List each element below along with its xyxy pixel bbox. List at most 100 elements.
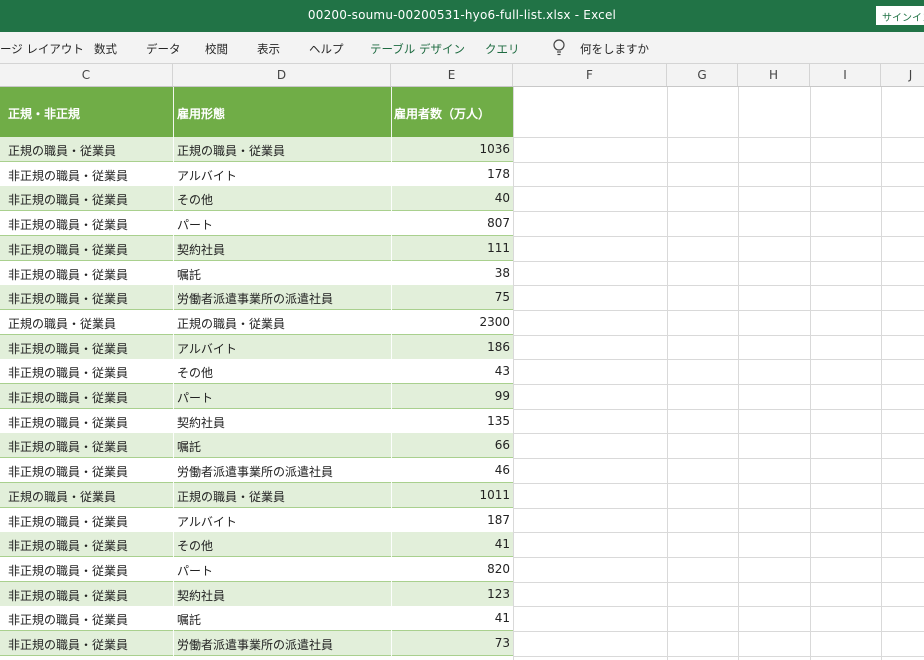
cell-employees[interactable]: 135	[390, 414, 510, 428]
header-cell-employees[interactable]: 雇用者数（万人）	[394, 105, 490, 122]
cell-employment-type[interactable]: 契約社員	[177, 241, 225, 258]
tell-me-search[interactable]: 何をしますか	[580, 41, 649, 57]
cell-employees[interactable]: 111	[390, 241, 510, 255]
cell-category[interactable]: 非正規の職員・従業員	[8, 636, 128, 653]
cell-category[interactable]: 非正規の職員・従業員	[8, 241, 128, 258]
ribbon-tabs: ージ レイアウト 数式 データ 校閲 表示 ヘルプ テーブル デザイン クエリ …	[0, 32, 924, 64]
cell-category[interactable]: 正規の職員・従業員	[8, 488, 116, 505]
cell-employment-type[interactable]: 契約社員	[177, 414, 225, 431]
cell-category[interactable]: 非正規の職員・従業員	[8, 266, 128, 283]
cell-employment-type[interactable]: その他	[177, 191, 213, 208]
cell-employment-type[interactable]: パート	[177, 389, 213, 406]
cell-employment-type[interactable]: 嘱託	[177, 266, 201, 283]
column-header-d[interactable]: D	[173, 64, 391, 86]
tab-review[interactable]: 校閲	[205, 41, 228, 57]
cell-category[interactable]: 非正規の職員・従業員	[8, 290, 128, 307]
table-row: 非正規の職員・従業員 パート 807	[0, 211, 513, 237]
gridline-horizontal	[513, 408, 924, 410]
tab-help[interactable]: ヘルプ	[309, 41, 344, 57]
cell-employees[interactable]: 41	[390, 537, 510, 551]
table-row: 非正規の職員・従業員 アルバイト 186	[0, 334, 513, 360]
gridline-horizontal	[513, 137, 924, 138]
cell-employees[interactable]: 2300	[390, 315, 510, 329]
cell-employees[interactable]: 1036	[390, 142, 510, 156]
cell-category[interactable]: 正規の職員・従業員	[8, 142, 116, 159]
column-header-h[interactable]: H	[738, 64, 810, 86]
table-row: 正規の職員・従業員 正規の職員・従業員 1036	[0, 137, 513, 162]
cell-employment-type[interactable]: 労働者派遣事業所の派遣社員	[177, 463, 333, 480]
cell-category[interactable]: 正規の職員・従業員	[8, 315, 116, 332]
cell-category[interactable]: 非正規の職員・従業員	[8, 587, 128, 604]
tab-data[interactable]: データ	[146, 41, 181, 57]
cell-employees[interactable]: 820	[390, 562, 510, 576]
tab-query[interactable]: クエリ	[485, 41, 520, 57]
cell-employment-type[interactable]: 嘱託	[177, 438, 201, 455]
cell-employment-type[interactable]: 正規の職員・従業員	[177, 488, 285, 505]
cell-employees[interactable]: 66	[390, 438, 510, 452]
cell-employees[interactable]: 38	[390, 266, 510, 280]
cell-employees[interactable]: 43	[390, 364, 510, 378]
cell-employment-type[interactable]: 労働者派遣事業所の派遣社員	[177, 290, 333, 307]
gridline-horizontal	[513, 458, 924, 460]
tab-page-layout[interactable]: ージ レイアウト	[0, 41, 84, 57]
cell-category[interactable]: 非正規の職員・従業員	[8, 191, 128, 208]
column-headers: C D E F G H I J	[0, 64, 924, 87]
cell-employees[interactable]: 46	[390, 463, 510, 477]
worksheet-grid[interactable]: 正規・非正規 雇用形態 雇用者数（万人） 正規の職員・従業員 正規の職員・従業員 1…	[0, 87, 924, 660]
cell-employees[interactable]: 73	[390, 636, 510, 650]
cell-employees[interactable]: 41	[390, 611, 510, 625]
cell-category[interactable]: 非正規の職員・従業員	[8, 611, 128, 628]
column-header-g[interactable]: G	[667, 64, 738, 86]
cell-employees[interactable]: 187	[390, 513, 510, 527]
column-header-e[interactable]: E	[391, 64, 513, 86]
cell-employees[interactable]: 807	[390, 216, 510, 230]
cell-employment-type[interactable]: その他	[177, 364, 213, 381]
cell-employment-type[interactable]: アルバイト	[177, 513, 237, 530]
cell-employment-type[interactable]: パート	[177, 216, 213, 233]
cell-category[interactable]: 非正規の職員・従業員	[8, 463, 128, 480]
cell-category[interactable]: 非正規の職員・従業員	[8, 537, 128, 554]
tab-formulas[interactable]: 数式	[94, 41, 117, 57]
cell-employment-type[interactable]: 正規の職員・従業員	[177, 315, 285, 332]
cell-employees[interactable]: 99	[390, 389, 510, 403]
cell-employment-type[interactable]: パート	[177, 562, 213, 579]
column-header-j[interactable]: J	[881, 64, 924, 86]
column-header-c[interactable]: C	[0, 64, 173, 86]
cell-employment-type[interactable]: その他	[177, 537, 213, 554]
gridline-vertical	[810, 87, 811, 660]
signin-button[interactable]: サインイン	[876, 6, 924, 25]
cell-employees[interactable]: 40	[390, 191, 510, 205]
cell-employees[interactable]: 1011	[390, 488, 510, 502]
cell-category[interactable]: 非正規の職員・従業員	[8, 513, 128, 530]
gridline-horizontal	[513, 260, 924, 262]
cell-category[interactable]: 非正規の職員・従業員	[8, 562, 128, 579]
cell-category[interactable]: 非正規の職員・従業員	[8, 340, 128, 357]
header-cell-category[interactable]: 正規・非正規	[8, 105, 80, 122]
header-cell-employment-type[interactable]: 雇用形態	[177, 105, 225, 122]
gridline-horizontal	[513, 211, 924, 213]
cell-category[interactable]: 非正規の職員・従業員	[8, 389, 128, 406]
cell-employment-type[interactable]: 契約社員	[177, 587, 225, 604]
table-row: 非正規の職員・従業員 契約社員 135	[0, 408, 513, 434]
column-header-i[interactable]: I	[810, 64, 881, 86]
table-row: 非正規の職員・従業員 嘱託 66	[0, 433, 513, 459]
cell-employment-type[interactable]: 労働者派遣事業所の派遣社員	[177, 636, 333, 653]
cell-employment-type[interactable]: 嘱託	[177, 611, 201, 628]
tab-view[interactable]: 表示	[257, 41, 280, 57]
cell-employees[interactable]: 123	[390, 587, 510, 601]
cell-employees[interactable]: 186	[390, 340, 510, 354]
cell-employees[interactable]: 75	[390, 290, 510, 304]
gridline-horizontal	[513, 556, 924, 558]
cell-category[interactable]: 非正規の職員・従業員	[8, 414, 128, 431]
tab-table-design[interactable]: テーブル デザイン	[370, 41, 465, 57]
cell-employment-type[interactable]: 正規の職員・従業員	[177, 142, 285, 159]
cell-category[interactable]: 非正規の職員・従業員	[8, 167, 128, 184]
column-header-f[interactable]: F	[513, 64, 667, 86]
cell-category[interactable]: 非正規の職員・従業員	[8, 438, 128, 455]
cell-employees[interactable]: 178	[390, 167, 510, 181]
cell-employment-type[interactable]: アルバイト	[177, 167, 237, 184]
gridline-horizontal	[513, 309, 924, 311]
cell-category[interactable]: 非正規の職員・従業員	[8, 364, 128, 381]
cell-category[interactable]: 非正規の職員・従業員	[8, 216, 128, 233]
cell-employment-type[interactable]: アルバイト	[177, 340, 237, 357]
